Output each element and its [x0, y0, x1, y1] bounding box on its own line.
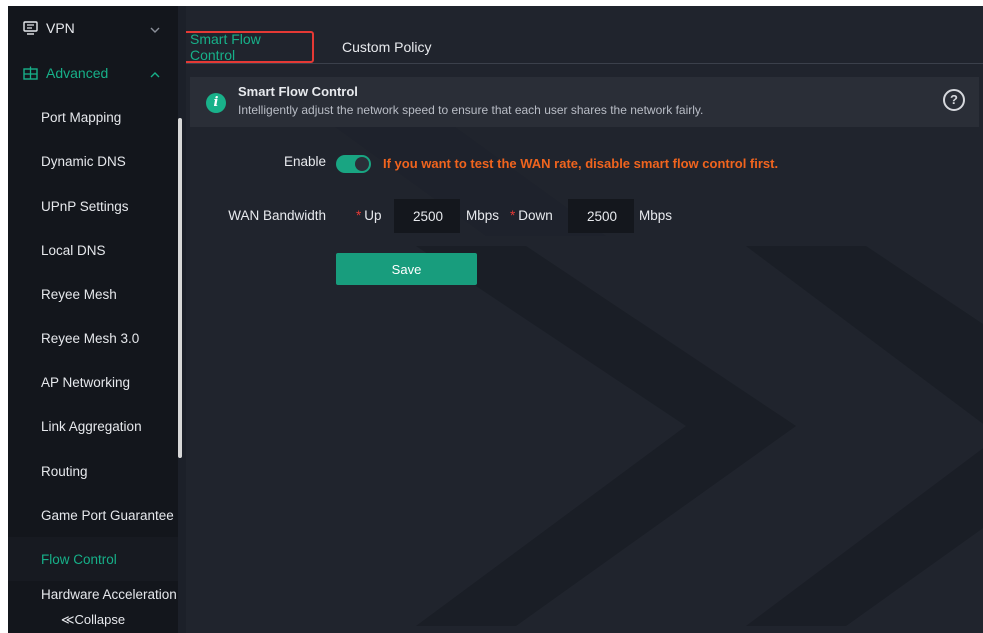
sidebar-item-reyee-mesh-3[interactable]: Reyee Mesh 3.0 [8, 316, 178, 360]
collapse-sidebar-button[interactable]: ≪Collapse [8, 612, 178, 628]
wan-bandwidth-label: WAN Bandwidth [228, 208, 326, 223]
enable-label: Enable [283, 154, 326, 169]
sidebar-group-label: Advanced [46, 65, 109, 81]
sidebar-item-local-dns[interactable]: Local DNS [8, 228, 178, 272]
main-content: Smart Flow Control Custom Policy i Smart… [186, 6, 983, 633]
tab-custom-policy[interactable]: Custom Policy [336, 31, 437, 63]
tab-bar: Smart Flow Control Custom Policy [186, 28, 983, 64]
banner-description: Intelligently adjust the network speed t… [238, 103, 704, 117]
app-window: VPN Advanced Port Mapping Dynamic DNS UP… [8, 6, 983, 633]
down-label-text: Down [518, 208, 553, 223]
down-label: * Down [510, 208, 553, 223]
info-banner: i Smart Flow Control Intelligently adjus… [190, 77, 979, 127]
up-label: * Up [356, 208, 382, 223]
sidebar-item-label: Port Mapping [41, 109, 122, 125]
up-bandwidth-input[interactable] [394, 199, 460, 233]
sidebar-item-label: AP Networking [41, 374, 131, 390]
monitor-icon [22, 20, 38, 36]
required-mark: * [356, 208, 362, 223]
sidebar-item-upnp-settings[interactable]: UPnP Settings [8, 184, 178, 228]
sidebar-item-label: Reyee Mesh 3.0 [41, 330, 140, 346]
sidebar-item-routing[interactable]: Routing [8, 449, 178, 493]
sidebar-item-ap-networking[interactable]: AP Networking [8, 360, 178, 404]
sidebar-item-port-mapping[interactable]: Port Mapping [8, 95, 178, 139]
up-label-text: Up [364, 208, 382, 223]
sidebar-item-label: Local DNS [41, 242, 106, 258]
sidebar-item-hardware-acceleration[interactable]: Hardware Acceleration [8, 583, 178, 605]
help-icon[interactable]: ? [943, 89, 965, 111]
up-unit: Mbps [466, 208, 500, 223]
sidebar-item-link-aggregation[interactable]: Link Aggregation [8, 404, 178, 448]
sidebar-item-label: Routing [41, 463, 88, 479]
down-unit: Mbps [639, 208, 673, 223]
sidebar-item-label: Hardware Acceleration [41, 586, 177, 602]
sidebar-item-game-port-guarantee[interactable]: Game Port Guarantee [8, 493, 178, 537]
sidebar-item-label: Game Port Guarantee [41, 507, 174, 523]
sidebar-item-flow-control[interactable]: Flow Control [8, 537, 178, 581]
sidebar-group-advanced[interactable]: Advanced [8, 51, 178, 95]
tab-smart-flow-control[interactable]: Smart Flow Control [186, 31, 314, 63]
toggle-knob [355, 157, 369, 171]
save-button[interactable]: Save [336, 253, 477, 285]
sidebar-group-vpn[interactable]: VPN [8, 6, 178, 50]
banner-title: Smart Flow Control [238, 84, 358, 99]
sidebar-item-dynamic-dns[interactable]: Dynamic DNS [8, 139, 178, 183]
grid-icon [22, 65, 38, 81]
sidebar-item-label: Flow Control [41, 551, 117, 567]
chevron-down-icon [150, 20, 160, 36]
sidebar-item-label: Reyee Mesh [41, 286, 117, 302]
enable-toggle[interactable] [336, 155, 371, 173]
sidebar-scrollbar[interactable] [178, 118, 182, 458]
required-mark: * [510, 208, 516, 223]
sidebar-item-label: Dynamic DNS [41, 153, 126, 169]
sidebar-item-label: UPnP Settings [41, 198, 129, 214]
wan-rate-warning: If you want to test the WAN rate, disabl… [383, 156, 779, 171]
info-icon: i [206, 93, 226, 113]
chevron-up-icon [150, 65, 160, 81]
sidebar-group-label: VPN [46, 20, 75, 36]
sidebar: VPN Advanced Port Mapping Dynamic DNS UP… [8, 6, 178, 633]
sidebar-item-label: Link Aggregation [41, 418, 142, 434]
sidebar-item-reyee-mesh[interactable]: Reyee Mesh [8, 272, 178, 316]
down-bandwidth-input[interactable] [568, 199, 634, 233]
